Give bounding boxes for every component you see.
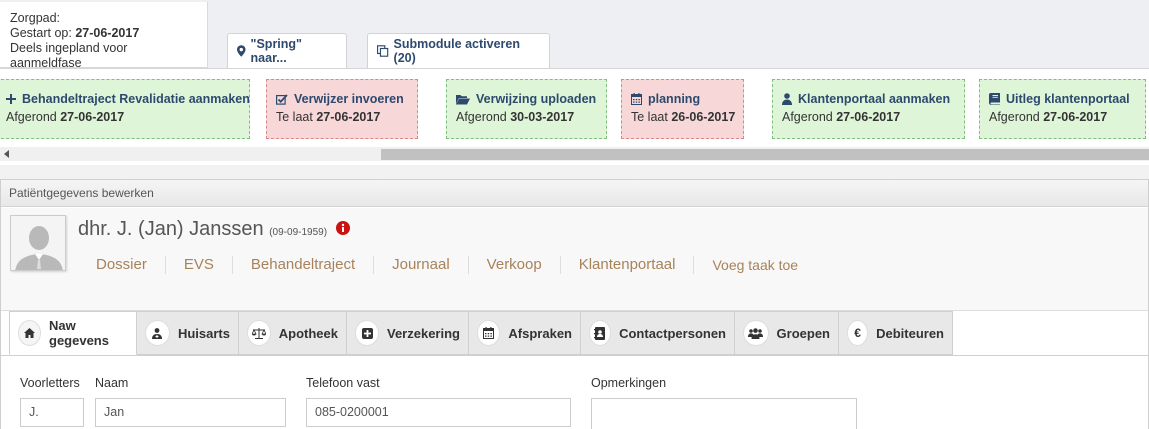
nav-klantenportaal[interactable]: Klantenportaal [561,256,695,274]
scroll-left-arrow-icon[interactable] [4,150,9,158]
nav-dossier[interactable]: Dossier [78,256,166,274]
task-status: Afgerond [456,110,507,124]
calendar-icon [631,93,642,105]
top-strip: Zorgpad: Gestart op: 27-06-2017 Deels in… [0,0,1149,70]
task-date: 27-06-2017 [1043,110,1108,124]
voorletters-label: Voorletters [20,376,80,390]
spring-naar-button[interactable]: "Spring" naar... [227,33,347,68]
patient-tabs: Naw gegevens Huisarts Apotheek Verzekeri… [9,311,953,355]
avatar [10,215,66,271]
task-row-scrollbar[interactable] [0,147,1149,161]
tab-afspraken[interactable]: Afspraken [469,311,581,355]
tab-label: Debiteuren [876,325,944,341]
patient-nav: Dossier EVS Behandeltraject Journaal Ver… [78,256,816,274]
patient-header: dhr. J. (Jan) Janssen (09-09-1959) Dossi… [1,208,1148,311]
tab-verzekering[interactable]: Verzekering [347,311,469,355]
check-square-icon [276,93,288,105]
copy-icon [377,45,389,57]
patient-fullname: dhr. J. (Jan) Janssen [78,218,264,240]
task-title: Uitleg klantenportaal [1006,92,1130,106]
spring-naar-label: "Spring" naar... [250,37,302,65]
calendar-icon [477,320,501,346]
task-title: Verwijzing uploaden [476,92,597,106]
task-title: planning [648,92,701,106]
task-status: Afgerond [989,110,1040,124]
task-title: Klantenportaal aanmaken [798,92,951,106]
tab-huisarts[interactable]: Huisarts [137,311,239,355]
naam-input[interactable]: Jan [95,398,286,427]
nav-verkoop[interactable]: Verkoop [469,256,561,274]
task-card[interactable]: planning Te laat 26-06-2017 [621,79,744,139]
nav-behandeltraject[interactable]: Behandeltraject [233,256,375,274]
address-book-icon [589,320,612,346]
tab-debiteuren[interactable]: € Debiteuren [839,311,953,355]
zorgpad-started: Gestart op: 27-06-2017 [10,26,140,40]
opmerkingen-textarea[interactable] [591,398,857,429]
tab-label: Verzekering [387,325,460,341]
tab-groepen[interactable]: Groepen [735,311,839,355]
opmerkingen-label: Opmerkingen [591,376,667,390]
task-card[interactable]: Behandeltraject Revalidatie aanmaken Afg… [0,79,250,139]
task-title: Behandeltraject Revalidatie aanmaken [22,92,250,106]
task-card[interactable]: Verwijzing uploaden Afgerond 30-03-2017 [446,79,607,139]
task-card[interactable]: Uitleg klantenportaal Afgerond 27-06-201… [979,79,1146,139]
voorletters-input[interactable]: J. [20,398,84,427]
task-date: 27-06-2017 [836,110,901,124]
telefoon-vast-input[interactable]: 085-0200001 [306,398,571,427]
task-status: Afgerond [6,110,57,124]
task-status: Te laat [276,110,313,124]
user-icon [782,93,792,105]
patient-dob: (09-09-1959) [269,227,328,238]
folder-open-icon [456,94,470,104]
naam-label: Naam [95,376,129,390]
info-icon[interactable] [335,218,350,241]
task-date: 30-03-2017 [510,110,575,124]
zorgpad-info: Zorgpad: Gestart op: 27-06-2017 Deels in… [0,2,208,70]
submodule-activeren-label: Submodule activeren (20) [393,37,520,65]
tab-label: Contactpersonen [619,325,726,341]
task-status: Te laat [631,110,668,124]
task-date: 27-06-2017 [60,110,125,124]
task-date: 26-06-2017 [671,110,736,124]
zorgpad-status: Deels ingepland voor aanmeldfase [10,41,128,70]
tab-label: Groepen [776,325,830,341]
task-status: Afgerond [782,110,833,124]
patient-panel: Patiëntgegevens bewerken dhr. J. (Jan) J… [0,179,1149,429]
map-marker-icon [237,45,246,57]
book-icon [989,93,1000,105]
task-card[interactable]: Verwijzer invoeren Te laat 27-06-2017 [266,79,418,139]
nav-journaal[interactable]: Journaal [374,256,469,274]
plus-square-icon [355,320,379,346]
task-date: 27-06-2017 [316,110,381,124]
scale-icon [247,320,271,346]
scrollbar-thumb[interactable] [381,149,1149,160]
tab-label: Afspraken [508,325,572,341]
panel-title: Patiëntgegevens bewerken [1,180,1148,207]
tab-naw-gegevens[interactable]: Naw gegevens [9,311,137,355]
naw-form: Voorletters J. Naam Jan Telefoon vast 08… [1,355,1148,429]
task-card[interactable]: Klantenportaal aanmaken Afgerond 27-06-2… [772,79,965,139]
patient-name: dhr. J. (Jan) Janssen (09-09-1959) [78,218,350,241]
tab-label: Apotheek [278,325,338,341]
tab-label: Huisarts [177,325,230,341]
home-icon [18,320,41,346]
euro-icon: € [847,320,869,346]
tab-apotheek[interactable]: Apotheek [239,311,347,355]
tab-contactpersonen[interactable]: Contactpersonen [581,311,735,355]
zorgpad-title: Zorgpad: [10,11,61,25]
telefoon-vast-label: Telefoon vast [306,376,380,390]
submodule-activeren-button[interactable]: Submodule activeren (20) [367,33,550,68]
tab-label: Naw gegevens [49,318,109,348]
person-silhouette-icon [11,216,65,270]
plus-icon [6,94,16,104]
nav-evs[interactable]: EVS [166,256,233,274]
users-icon [743,320,769,346]
zorgpad-started-date: 27-06-2017 [75,26,140,40]
nav-voeg-taak-toe[interactable]: Voeg taak toe [694,256,816,274]
doctor-icon [145,320,170,346]
task-title: Verwijzer invoeren [294,92,404,106]
